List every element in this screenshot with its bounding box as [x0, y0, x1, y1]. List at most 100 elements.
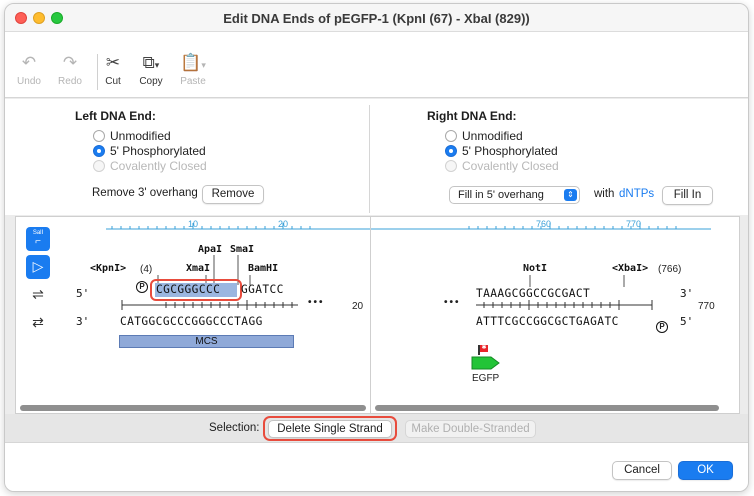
with-text: with — [594, 188, 615, 200]
left-ellipsis: ••• — [308, 297, 325, 308]
sequence-view[interactable]: SalI ⌐ ▷ ⇌ ⇄ 10 20 ApaI SmaI XmaI BamHI … — [15, 216, 740, 414]
mcs-feature-label: MCS — [195, 336, 218, 347]
ruler-tick-770: 770 — [626, 219, 642, 229]
delete-single-strand-button[interactable]: Delete Single Strand — [268, 420, 392, 438]
egfp-feature-arrow[interactable] — [471, 356, 501, 370]
left-strand-tick-line — [121, 300, 298, 310]
right-strand-tick-line — [476, 300, 653, 310]
left-top-strand-selected[interactable]: CGCGGGCCC — [156, 283, 220, 296]
left-bottom-strand[interactable]: CATGGCGCCCGGGCCCTAGG — [120, 315, 263, 328]
xbai-position: (766) — [658, 264, 682, 275]
right-bottom-5prime: 5' — [680, 315, 694, 328]
left-radio-unmodified[interactable]: Unmodified — [93, 129, 171, 143]
left-top-strand-rest[interactable]: GGATCC — [241, 283, 284, 296]
ruler-tick-20: 20 — [278, 219, 289, 229]
fill-overhang-select[interactable]: Fill in 5' overhang ⇕ — [449, 186, 580, 204]
dialog-window: Edit DNA Ends of pEGFP-1 (KpnI (67) - Xb… — [4, 3, 749, 492]
clipboard-icon: 📋▾ — [180, 53, 206, 72]
chevron-updown-icon: ⇕ — [564, 189, 577, 201]
left-horizontal-scrollbar[interactable] — [20, 405, 366, 411]
copy-button[interactable]: ⧉▾ Copy — [131, 52, 171, 87]
left-radio-covalently-closed[interactable]: Covalently Closed — [93, 159, 207, 173]
radio-label: Unmodified — [110, 129, 171, 143]
right-position-label: 770 — [698, 301, 715, 312]
remove-button[interactable]: Remove — [202, 185, 264, 204]
redo-button[interactable]: ↷ Redo — [50, 52, 90, 87]
selection-label: Selection: — [209, 422, 260, 434]
left-bottom-3prime: 3' — [76, 315, 90, 328]
right-bottom-strand[interactable]: ATTTCGCCGGCGCTGAGATC — [476, 315, 619, 328]
enzyme-noti[interactable]: NotI — [523, 263, 547, 274]
make-double-stranded-button[interactable]: Make Double-Stranded — [405, 420, 536, 438]
ok-button[interactable]: OK — [678, 461, 733, 480]
swap-arrows-icon: ⇄ — [32, 314, 44, 330]
phosphate-marker: P — [136, 281, 148, 293]
dialog-footer: Cancel OK — [5, 443, 748, 491]
egfp-feature-label: EGFP — [472, 373, 500, 384]
flip-tool-button[interactable]: ⇄ — [26, 311, 50, 335]
left-position-label: 20 — [352, 301, 364, 312]
copy-label: Copy — [139, 76, 163, 87]
sequence-divider — [370, 217, 371, 413]
right-end-title: Right DNA End: — [427, 109, 517, 123]
cancel-button[interactable]: Cancel — [612, 461, 672, 480]
radio-circle — [445, 160, 457, 172]
egfp-marker-icon: ✱ — [476, 345, 490, 355]
enzyme-kpni[interactable]: <KpnI> — [90, 263, 126, 274]
radio-label: 5' Phosphorylated — [110, 144, 206, 158]
feature-arrow-icon: ▷ — [32, 258, 44, 274]
remove-overhang-text: Remove 3' overhang — [92, 187, 198, 199]
cut-site-icon: ⌐ — [35, 236, 41, 247]
left-ruler — [106, 223, 370, 230]
ruler-tick-760: 760 — [536, 219, 552, 229]
dntps-link[interactable]: dNTPs — [619, 188, 654, 200]
feature-tool-button[interactable]: ▷ — [26, 255, 50, 279]
double-strand-icon: ⇌ — [32, 286, 44, 302]
radio-label: Covalently Closed — [462, 159, 559, 173]
window-title: Edit DNA Ends of pEGFP-1 (KpnI (67) - Xb… — [223, 11, 530, 26]
paste-button[interactable]: 📋▾ Paste — [173, 52, 213, 87]
cut-button[interactable]: ✂ Cut — [93, 52, 133, 87]
radio-circle — [445, 130, 457, 142]
undo-label: Undo — [17, 76, 41, 87]
right-top-3prime: 3' — [680, 287, 694, 300]
right-radio-phosphorylated[interactable]: 5' Phosphorylated — [445, 144, 558, 158]
select-value: Fill in 5' overhang — [458, 189, 544, 201]
radio-label: Covalently Closed — [110, 159, 207, 173]
left-top-5prime: 5' — [76, 287, 90, 300]
ruler-tick-10: 10 — [188, 219, 199, 229]
toolbar: ↶ Undo ↷ Redo ✂ Cut ⧉▾ Copy 📋▾ Paste — [5, 32, 748, 98]
selection-bar: Selection: Delete Single Strand Make Dou… — [5, 414, 748, 442]
enzyme-xbai[interactable]: <XbaI> — [612, 263, 648, 274]
radio-circle — [93, 160, 105, 172]
copy-icon: ⧉▾ — [142, 53, 160, 72]
right-ellipsis: ••• — [444, 297, 461, 308]
radio-label: Unmodified — [462, 129, 523, 143]
right-radio-unmodified[interactable]: Unmodified — [445, 129, 523, 143]
left-radio-phosphorylated[interactable]: 5' Phosphorylated — [93, 144, 206, 158]
radio-circle — [445, 145, 457, 157]
end-settings-panel: Left DNA End: Unmodified 5' Phosphorylat… — [5, 99, 748, 215]
paste-label: Paste — [180, 76, 206, 87]
radio-circle — [93, 145, 105, 157]
enzyme-smai[interactable]: SmaI — [230, 244, 254, 255]
sali-tool-button[interactable]: SalI ⌐ — [26, 227, 50, 251]
right-radio-covalently-closed[interactable]: Covalently Closed — [445, 159, 559, 173]
redo-icon: ↷ — [62, 53, 78, 72]
mcs-feature-bar[interactable]: MCS — [119, 335, 294, 348]
right-phosphate-marker: P — [656, 321, 668, 333]
strand-tool-button[interactable]: ⇌ — [26, 283, 50, 307]
enzyme-apai[interactable]: ApaI — [198, 244, 222, 255]
undo-button[interactable]: ↶ Undo — [9, 52, 49, 87]
fill-in-button[interactable]: Fill In — [662, 186, 713, 205]
right-horizontal-scrollbar[interactable] — [375, 405, 719, 411]
undo-icon: ↶ — [21, 53, 37, 72]
panel-divider — [369, 105, 370, 213]
cut-label: Cut — [105, 76, 121, 87]
scissors-icon: ✂ — [105, 53, 121, 72]
radio-label: 5' Phosphorylated — [462, 144, 558, 158]
left-end-title: Left DNA End: — [75, 109, 156, 123]
redo-label: Redo — [58, 76, 82, 87]
title-bar: Edit DNA Ends of pEGFP-1 (KpnI (67) - Xb… — [5, 4, 748, 32]
radio-circle — [93, 130, 105, 142]
